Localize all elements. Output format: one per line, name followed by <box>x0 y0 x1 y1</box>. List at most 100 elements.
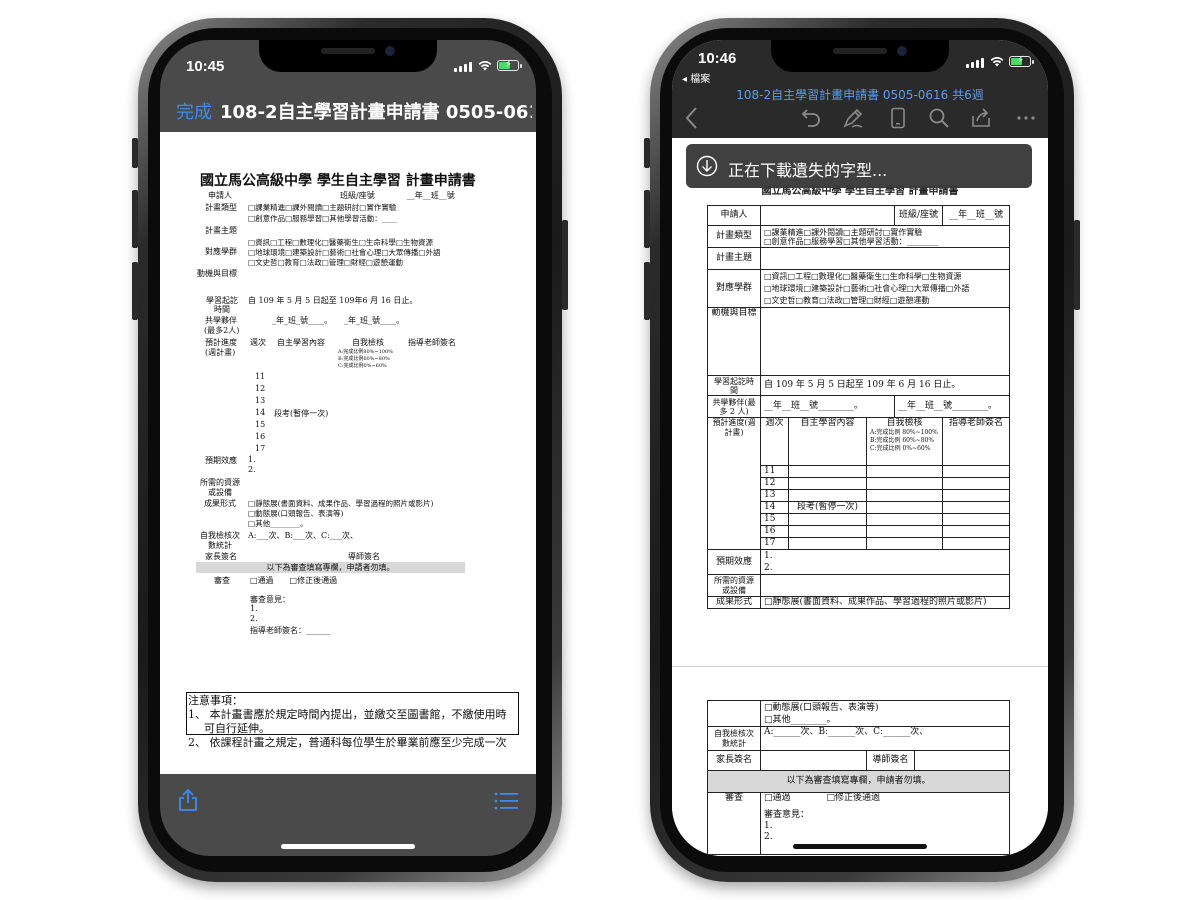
search-icon[interactable] <box>928 107 950 129</box>
topic-cell[interactable] <box>759 247 1011 270</box>
week-13: 13 <box>255 396 266 405</box>
partner-b[interactable]: __年__班__號________。 <box>894 395 1011 418</box>
week-16-content[interactable] <box>788 525 867 538</box>
battery-charging-icon: ⚡ <box>1009 55 1034 67</box>
week-11-content[interactable] <box>788 465 867 478</box>
review-item-1: 1. <box>764 821 773 831</box>
col-week: 週次 <box>250 338 266 347</box>
plan-type-options[interactable]: □課業精進□課外閱讀□主題研討□實作實驗 □創意作品□服務學習□其他學習活動：__… <box>759 225 1011 248</box>
check-legend-b: B:完成比例 60%~80% <box>870 437 935 444</box>
applicant-label: 申請人 <box>707 205 761 226</box>
download-arrow-icon <box>696 155 718 177</box>
form-label: 成果形式 <box>707 596 761 609</box>
week-14-check[interactable] <box>865 501 944 514</box>
back-chevron-icon[interactable] <box>684 106 698 130</box>
applicant-value: 班級/座號 __年__班__號 <box>340 191 455 200</box>
effect-item-2: 2. <box>764 563 773 573</box>
week-15-check[interactable] <box>865 513 944 526</box>
week-17-content[interactable] <box>788 537 867 550</box>
more-options-icon[interactable] <box>1016 115 1036 121</box>
week-16: 16 <box>760 525 789 538</box>
effect-cell[interactable]: 1. 2. <box>759 549 1011 575</box>
group-options[interactable]: □資訊□工程□數理化□醫藥衛生□生命科學□生物資源 □地球環境□建築設計□藝術□社… <box>759 269 1011 308</box>
week-13-check[interactable] <box>865 489 944 502</box>
week-12-sign[interactable] <box>942 477 1011 490</box>
selfcheck-value[interactable]: A:______次、B:______次、C:______次、 <box>759 726 1011 751</box>
applicant-label: 申請人 <box>208 191 232 200</box>
form-label-cont <box>707 700 761 727</box>
week-15-content[interactable] <box>788 513 867 526</box>
markup-pen-icon[interactable] <box>842 107 864 129</box>
partner-a[interactable]: __年__班__號________。 <box>759 395 896 418</box>
review-opinion: 審查意見： <box>764 810 810 820</box>
col-check: 自我檢核 <box>886 418 923 429</box>
left-phone-screen: 10:45 ⚡ 完成 108-2自主學習計畫申請書 0505-061... 國立… <box>160 40 536 856</box>
resource-cell[interactable] <box>759 574 1011 597</box>
form-table-page-2: □動態展(口頭報告、表演等) □其他________。 自我檢核次數統計 A:__… <box>706 700 1011 855</box>
document-page-area[interactable]: 國立馬公高級中學 學生自主學習 計畫申請書 申請人 班級/座號 __年__班__… <box>672 138 1048 856</box>
toast-text: 正在下載遺失的字型... <box>728 161 888 180</box>
list-icon[interactable] <box>494 792 518 810</box>
right-phone-power-button <box>1074 220 1080 310</box>
motive-cell[interactable] <box>759 307 1011 376</box>
applicant-name-cell[interactable] <box>759 205 896 226</box>
plan-type-line1: □課業精進□課外閱讀□主題研討□實作實驗 <box>248 203 397 212</box>
period-label: 學習起訖時間 <box>707 375 761 396</box>
right-phone-notch <box>771 40 949 72</box>
undo-icon[interactable] <box>800 107 822 129</box>
page-break <box>672 666 1048 667</box>
week-11-sign[interactable] <box>942 465 1011 478</box>
group-label: 對應學群 <box>707 269 761 308</box>
week-14: 14 <box>255 408 266 417</box>
form-cont-cell[interactable]: □動態展(口頭報告、表演等) □其他________。 <box>759 700 1011 727</box>
battery-charging-icon: ⚡ <box>497 59 522 71</box>
week-16-sign[interactable] <box>942 525 1011 538</box>
week-12: 12 <box>760 477 789 490</box>
document-page[interactable]: 國立馬公高級中學 學生自主學習 計畫申請書 申請人 班級/座號 __年__班__… <box>160 132 536 774</box>
col-check: 自我檢核 <box>352 338 384 347</box>
form-table-page-1: 申請人 班級/座號 __年__班__號 計畫類型 □課業精進□課外閱讀□主題研討… <box>707 205 1011 609</box>
col-week: 週次 <box>760 417 789 466</box>
selfcheck-value: A:___次、B:___次、C:___次、 <box>248 531 358 540</box>
week-17-check[interactable] <box>865 537 944 550</box>
week-11-check[interactable] <box>865 465 944 478</box>
week-15-sign[interactable] <box>942 513 1011 526</box>
week-14: 14 <box>760 501 789 514</box>
week-12-check[interactable] <box>865 477 944 490</box>
week-12-content[interactable] <box>788 477 867 490</box>
week-14-sign[interactable] <box>942 501 1011 514</box>
class-value[interactable]: __年__班__號 <box>942 205 1011 226</box>
share-icon[interactable] <box>970 106 992 128</box>
group-line2: □地球環境□建築設計□藝術□社會心理□大眾傳播□外語 <box>764 283 970 293</box>
parent-sign-cell[interactable] <box>760 750 867 771</box>
share-icon[interactable] <box>178 788 198 812</box>
form-line1[interactable]: □靜態展(書面資料、成果作品、學習過程的照片或影片) <box>759 596 1011 609</box>
partner-value: _年_班_號____。 _年_班_號____。 <box>272 316 404 325</box>
left-phone-mute-switch <box>132 138 138 168</box>
resource-label: 所需的資源或設備 <box>707 574 761 597</box>
parent-sign-label: 家長簽名 <box>707 750 761 771</box>
effect-item-1: 1. <box>248 455 256 464</box>
week-15: 15 <box>255 420 266 429</box>
mentor-sign-cell[interactable] <box>913 750 1011 771</box>
home-indicator[interactable] <box>793 844 927 849</box>
week-17-sign[interactable] <box>942 537 1011 550</box>
review-options: □通過 □修正後通過 <box>250 576 338 585</box>
right-phone-screen: 10:46 ◂ 檔案 ⚡ 108-2自主學習計畫申請書 0505-0616 共6… <box>672 40 1048 856</box>
page-view-icon[interactable] <box>890 107 906 129</box>
form-title: 國立馬公高級中學 學生自主學習 計畫申請書 <box>200 173 476 189</box>
week-13-sign[interactable] <box>942 489 1011 502</box>
week-13-content[interactable] <box>788 489 867 502</box>
cellular-signal-icon <box>454 62 472 72</box>
status-time: 10:46 <box>698 50 737 67</box>
document-title: 108-2自主學習計畫申請書 0505-061... <box>220 102 532 123</box>
col-teacher: 指導老師簽名 <box>408 338 456 347</box>
group-line3: □文史哲□教育□法政□管理□財經□遊憩運動 <box>764 295 930 305</box>
plan-type-line2: □創意作品□服務學習□其他學習活動：________ <box>764 236 939 246</box>
home-indicator[interactable] <box>281 844 415 849</box>
check-legend-c: C:完成比例 0%~60% <box>870 445 931 452</box>
week-16-check[interactable] <box>865 525 944 538</box>
review-item-2: 2. <box>250 614 258 623</box>
back-to-files-link[interactable]: ◂ 檔案 <box>682 70 710 85</box>
done-button[interactable]: 完成 <box>176 98 212 124</box>
